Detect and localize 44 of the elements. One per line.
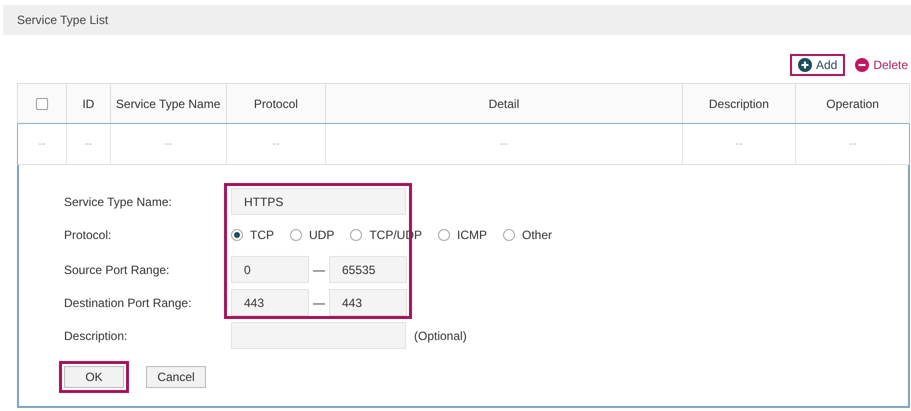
- protocol-radio[interactable]: UDP: [290, 226, 334, 244]
- minus-icon: [855, 58, 870, 72]
- table-cell-text: --: [84, 136, 92, 152]
- protocol-radio[interactable]: Other: [503, 226, 552, 244]
- column-header: Detail: [488, 96, 520, 112]
- field-label: Destination Port Range:: [64, 294, 192, 312]
- radio-icon: [438, 228, 450, 240]
- radio-icon: [350, 228, 362, 240]
- input-field[interactable]: 0: [231, 256, 309, 283]
- range-separator: —: [312, 262, 326, 278]
- table-cell-text: --: [164, 136, 172, 152]
- plus-icon: [798, 58, 812, 72]
- protocol-radio[interactable]: ICMP: [438, 226, 488, 244]
- panel-title: Service Type List: [17, 12, 108, 29]
- field-label: Source Port Range:: [64, 262, 170, 278]
- table-cell-text: --: [500, 136, 508, 152]
- input-field[interactable]: 443: [231, 289, 309, 316]
- cancel-button[interactable]: Cancel: [146, 366, 206, 388]
- input-field[interactable]: HTTPS: [231, 188, 406, 215]
- field-label: Service Type Name:: [64, 194, 173, 210]
- delete-button[interactable]: Delete: [855, 54, 908, 76]
- column-header: Protocol: [254, 96, 298, 112]
- radio-icon: [290, 228, 302, 240]
- table-cell-text: --: [38, 136, 46, 152]
- ok-button[interactable]: OK: [64, 366, 124, 388]
- add-button[interactable]: Add: [790, 54, 846, 76]
- radio-icon: [231, 228, 243, 240]
- field-label: Protocol:: [64, 226, 112, 244]
- column-header: ID: [82, 96, 94, 112]
- radio-icon: [503, 228, 516, 240]
- table-cell-text: --: [272, 136, 280, 152]
- column-header: Operation: [826, 96, 879, 112]
- protocol-radio[interactable]: TCP: [231, 226, 274, 244]
- column-header: Description: [708, 96, 769, 112]
- column-header: Service Type Name: [116, 96, 220, 112]
- field-label: Description:: [64, 328, 128, 344]
- input-field[interactable]: [231, 322, 406, 349]
- select-all-checkbox[interactable]: [36, 98, 48, 110]
- input-field[interactable]: 65535: [329, 256, 407, 283]
- optional-hint: (Optional): [414, 328, 467, 344]
- range-separator: —: [312, 294, 326, 312]
- table-cell-text: --: [848, 136, 856, 152]
- table-cell-text: --: [735, 136, 743, 152]
- input-field[interactable]: 443: [329, 289, 407, 316]
